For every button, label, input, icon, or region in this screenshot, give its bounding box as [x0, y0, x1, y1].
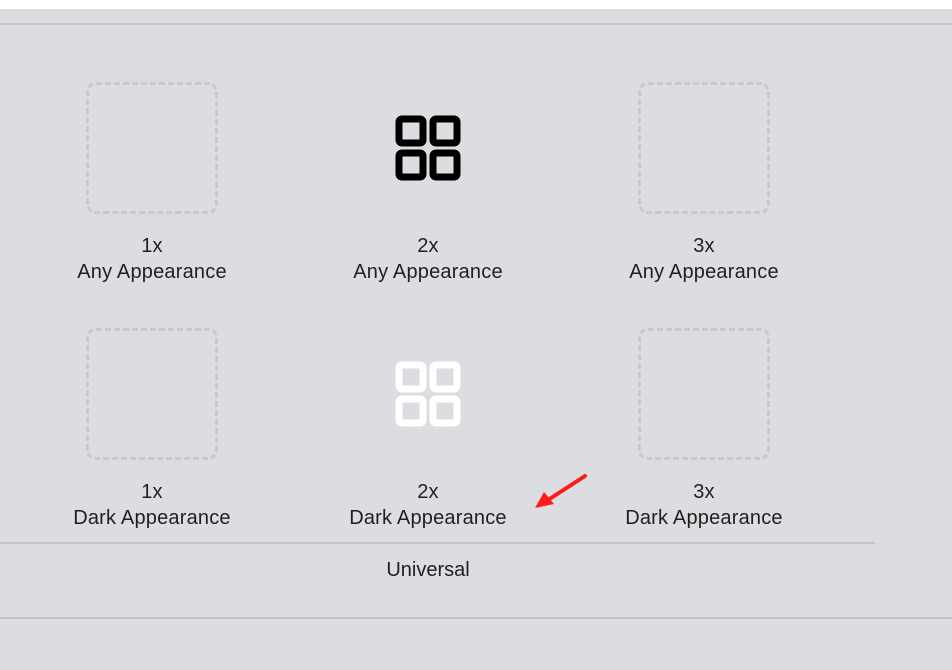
slot-scale-label: 2x — [417, 235, 439, 257]
slot-label-2x-any: 2x Any Appearance — [308, 233, 548, 285]
top-divider — [0, 23, 952, 25]
slot-label-1x-any: 1x Any Appearance — [32, 233, 272, 285]
slot-label-3x-dark: 3x Dark Appearance — [584, 479, 824, 531]
slot-label-2x-dark: 2x Dark Appearance — [308, 479, 548, 531]
grid-four-squares-icon — [395, 115, 461, 181]
slot-2x-dark-appearance[interactable] — [362, 328, 494, 460]
slot-scale-label: 3x — [693, 235, 715, 257]
slot-1x-any-appearance[interactable] — [86, 82, 218, 214]
slot-scale-label: 1x — [141, 235, 163, 257]
slot-appearance-label: Dark Appearance — [625, 507, 783, 529]
slot-scale-label: 2x — [417, 481, 439, 503]
device-group-label: Universal — [386, 559, 470, 581]
slot-appearance-label: Dark Appearance — [349, 507, 507, 529]
red-arrow-icon — [535, 474, 587, 508]
slot-appearance-label: Any Appearance — [353, 261, 503, 283]
slot-appearance-label: Dark Appearance — [73, 507, 231, 529]
top-white-strip — [0, 0, 952, 9]
bottom-divider — [0, 617, 952, 619]
slot-appearance-label: Any Appearance — [77, 261, 227, 283]
group-divider — [0, 542, 875, 544]
slot-scale-label: 3x — [693, 481, 715, 503]
slot-scale-label: 1x — [141, 481, 163, 503]
grid-four-squares-icon — [395, 361, 461, 427]
slot-1x-dark-appearance[interactable] — [86, 328, 218, 460]
slot-2x-any-appearance[interactable] — [362, 82, 494, 214]
slot-label-1x-dark: 1x Dark Appearance — [32, 479, 272, 531]
slot-3x-any-appearance[interactable] — [638, 82, 770, 214]
slot-appearance-label: Any Appearance — [629, 261, 779, 283]
slot-label-3x-any: 3x Any Appearance — [584, 233, 824, 285]
slot-3x-dark-appearance[interactable] — [638, 328, 770, 460]
